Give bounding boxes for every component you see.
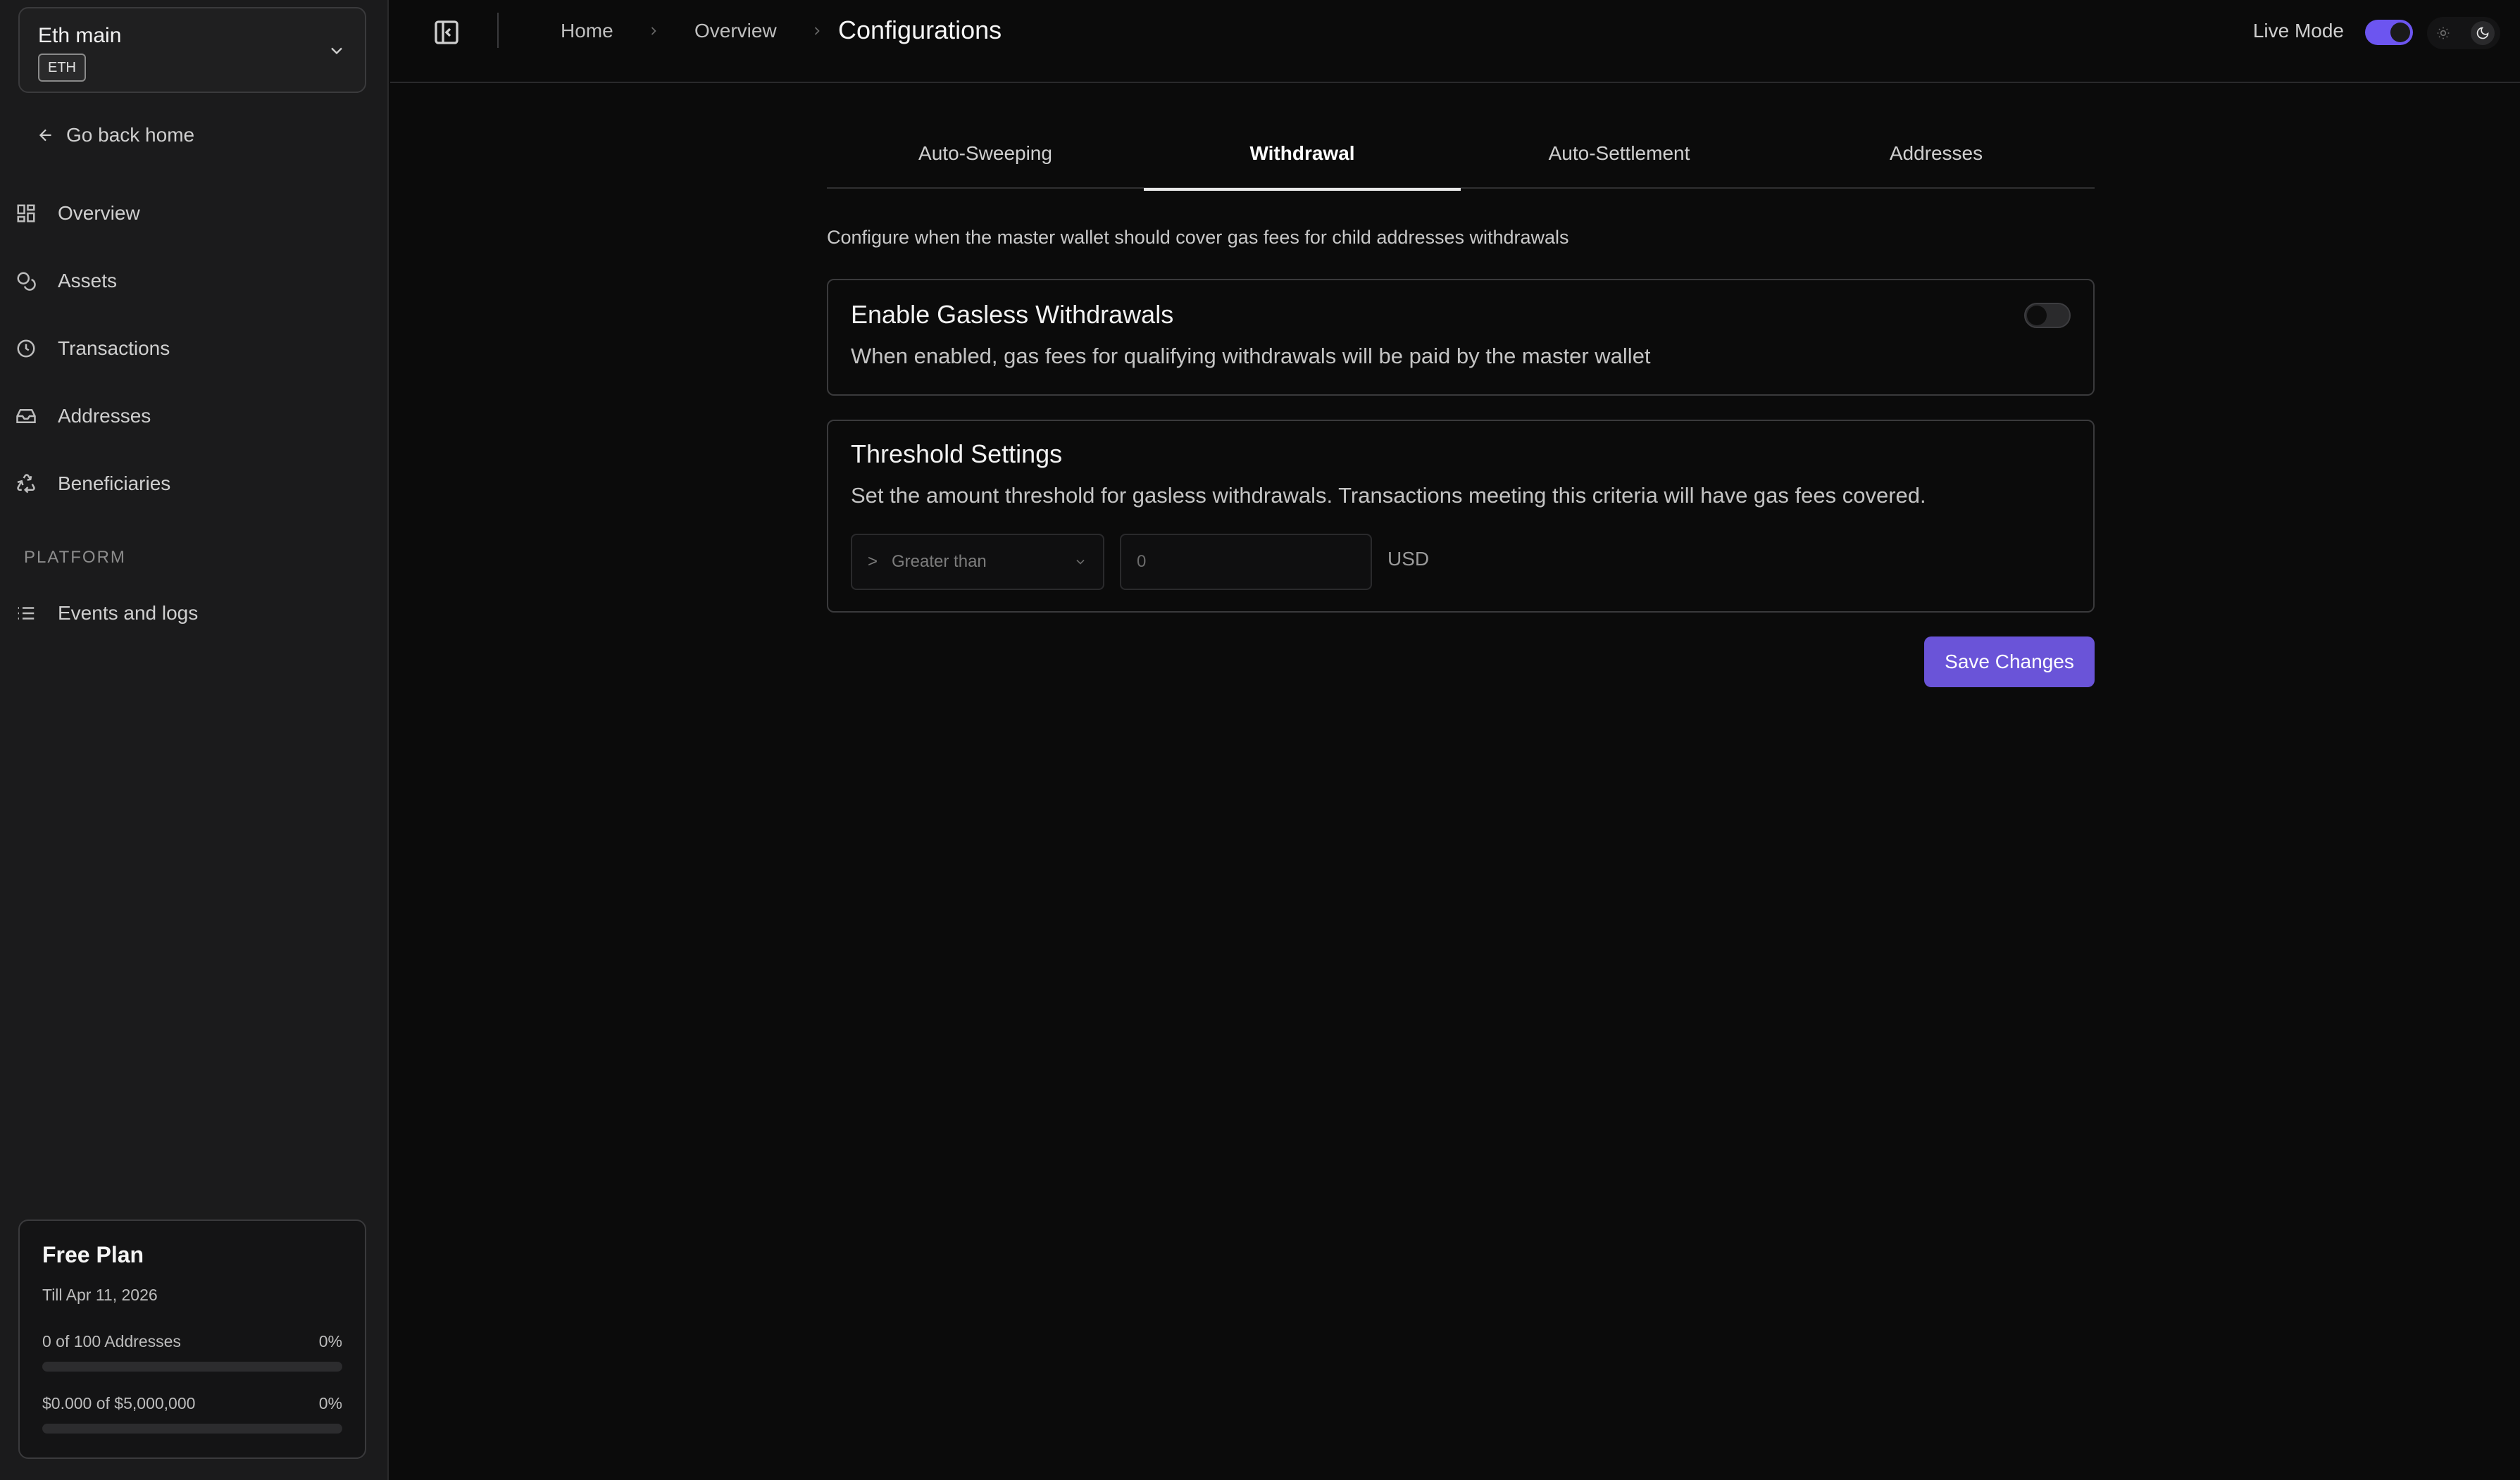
gasless-withdrawals-card: Enable Gasless Withdrawals When enabled,… [827, 279, 2095, 396]
sidebar-item-label: Addresses [58, 405, 151, 427]
sidebar-item-transactions[interactable]: Transactions [15, 331, 170, 366]
list-icon [18, 607, 35, 620]
sidebar-item-assets[interactable]: Assets [15, 263, 117, 299]
moon-icon [2476, 27, 2489, 39]
gasless-text: When enabled, gas fees for qualifying wi… [851, 344, 1651, 368]
chevron-right-icon [814, 27, 820, 35]
sidebar-item-label: Transactions [58, 337, 170, 359]
arrow-left-icon [39, 129, 51, 142]
top-header: Home Overview Configurations Live Mode [390, 0, 2520, 83]
grid-icon [17, 204, 35, 222]
sidebar-item-overview[interactable]: Overview [15, 196, 140, 231]
chevron-down-icon [1076, 559, 1085, 565]
chevron-down-icon [331, 47, 342, 55]
gasless-title: Enable Gasless Withdrawals [851, 300, 1174, 329]
section-label-platform: PLATFORM [24, 548, 126, 567]
withdrawal-description: Configure when the master wallet should … [827, 227, 1569, 248]
chevron-right-icon [651, 27, 656, 35]
threshold-operator-select[interactable]: > Greater than [851, 534, 1104, 590]
plan-expiry: Till Apr 11, 2026 [42, 1286, 158, 1304]
go-back-home-label: Go back home [66, 124, 195, 146]
threshold-amount-input[interactable] [1120, 534, 1372, 590]
sidebar-item-addresses[interactable]: Addresses [15, 399, 151, 434]
sidebar-item-events-and-logs[interactable]: Events and logs [15, 596, 198, 631]
tab-auto-settlement[interactable]: Auto-Settlement [1461, 118, 1778, 189]
threshold-settings-card: Threshold Settings Set the amount thresh… [827, 420, 2095, 613]
wallet-selector[interactable]: Eth main ETH [18, 7, 366, 93]
gasless-toggle[interactable] [2024, 303, 2071, 328]
live-mode-toggle[interactable] [2365, 20, 2413, 45]
light-theme-button[interactable] [2431, 21, 2455, 45]
plan-volume-progress [42, 1424, 342, 1434]
sidebar-item-beneficiaries[interactable]: Beneficiaries [15, 466, 170, 501]
threshold-text: Set the amount threshold for gasless wit… [851, 483, 1926, 508]
plan-volume-percent: 0% [318, 1394, 342, 1412]
plan-addresses-percent: 0% [318, 1332, 342, 1350]
plan-volume-text: $0.000 of $5,000,000 [42, 1394, 196, 1412]
header-divider [497, 13, 499, 48]
sidebar: Eth main ETH Go back home Overview Asset… [0, 0, 389, 1480]
threshold-unit: USD [1387, 548, 1430, 570]
tab-addresses[interactable]: Addresses [1778, 118, 2095, 189]
plan-addresses-text: 0 of 100 Addresses [42, 1332, 181, 1350]
threshold-title: Threshold Settings [851, 439, 1063, 468]
operator-symbol: > [868, 552, 878, 571]
plan-addresses-progress [42, 1362, 342, 1372]
tab-withdrawal[interactable]: Withdrawal [1144, 118, 1461, 191]
sidebar-item-label: Assets [58, 270, 118, 291]
clock-icon [17, 339, 35, 358]
go-back-home-link[interactable]: Go back home [37, 120, 194, 151]
inbox-icon [16, 409, 36, 423]
sidebar-item-label: Beneficiaries [58, 472, 171, 494]
dark-theme-button[interactable] [2471, 21, 2495, 45]
config-tabs: Auto-Sweeping Withdrawal Auto-Settlement… [827, 118, 2095, 191]
wallet-name: Eth main [38, 24, 122, 47]
sidebar-item-label: Overview [58, 202, 140, 224]
live-mode-label: Live Mode [2252, 20, 2344, 42]
breadcrumb-overview[interactable]: Overview [694, 20, 777, 42]
plan-title: Free Plan [42, 1242, 144, 1267]
sidebar-item-label: Events and logs [58, 602, 199, 624]
operator-label: Greater than [892, 552, 987, 571]
coins-icon [17, 272, 36, 291]
network-chip: ETH [38, 54, 86, 82]
plan-card: Free Plan Till Apr 11, 2026 0 of 100 Add… [18, 1219, 366, 1459]
recycle-icon [17, 474, 35, 494]
plan-volume-usage: $0.000 of $5,000,000 0% [42, 1394, 342, 1413]
tab-auto-sweeping[interactable]: Auto-Sweeping [827, 118, 1144, 189]
page-title: Configurations [838, 15, 1002, 44]
plan-addresses-usage: 0 of 100 Addresses 0% [42, 1332, 342, 1351]
sun-icon [2437, 27, 2450, 39]
sidebar-collapse-icon[interactable] [432, 18, 461, 46]
breadcrumb-home[interactable]: Home [561, 20, 613, 42]
save-changes-button[interactable]: Save Changes [1924, 636, 2095, 687]
theme-switcher [2427, 17, 2500, 49]
